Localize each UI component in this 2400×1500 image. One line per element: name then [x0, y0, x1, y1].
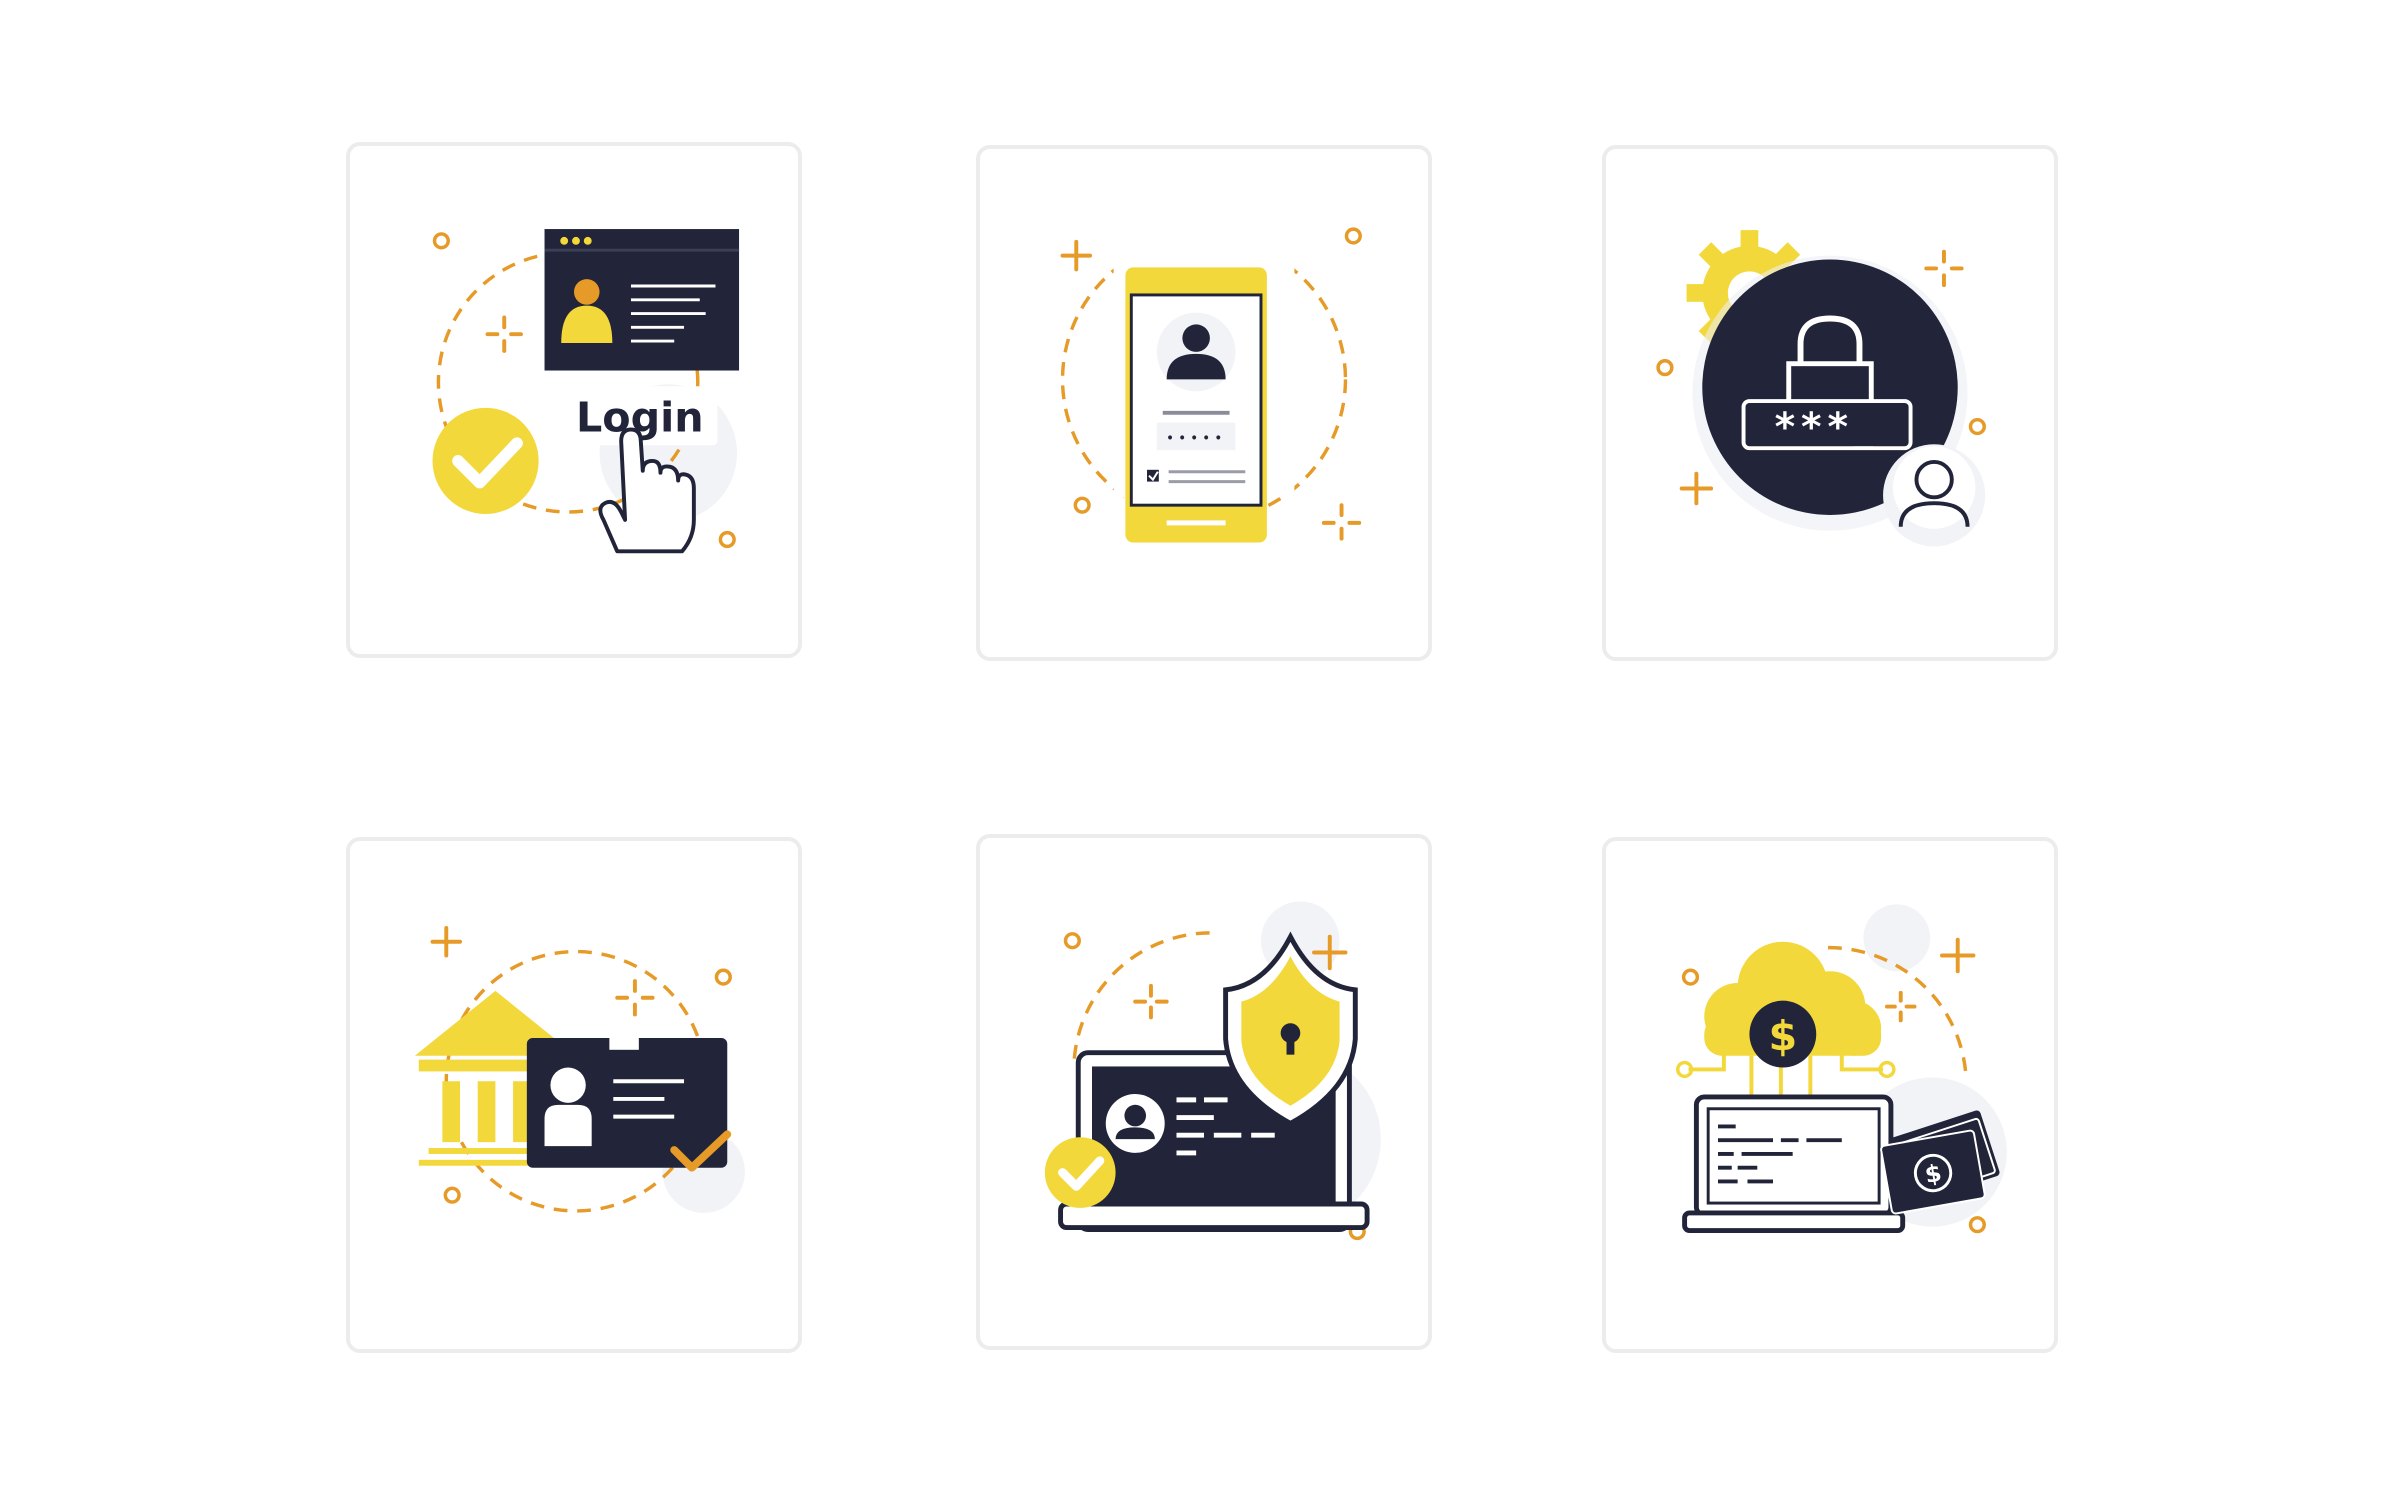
pin-mask: •••••	[1166, 430, 1226, 446]
card-secure-laptop	[976, 834, 1432, 1350]
password-lock-icon: ***_	[1656, 230, 1986, 547]
card-password: ***_	[1602, 145, 2058, 661]
card-bank-id	[346, 837, 802, 1353]
cloud-payment-icon: $ $	[1676, 904, 2007, 1234]
laptop-shield-icon	[1044, 901, 1381, 1241]
bank-id-card-icon	[414, 926, 745, 1213]
login-browser-icon: Login	[432, 229, 740, 554]
card-login: Login	[346, 142, 802, 658]
currency-symbol: $	[1768, 1012, 1797, 1060]
card-cloud-payment: $ $	[1602, 837, 2058, 1353]
mobile-profile-login-icon: •••••	[1060, 227, 1362, 543]
card-mobile-login: •••••	[976, 145, 1432, 661]
password-mask: ***_	[1775, 405, 1880, 450]
